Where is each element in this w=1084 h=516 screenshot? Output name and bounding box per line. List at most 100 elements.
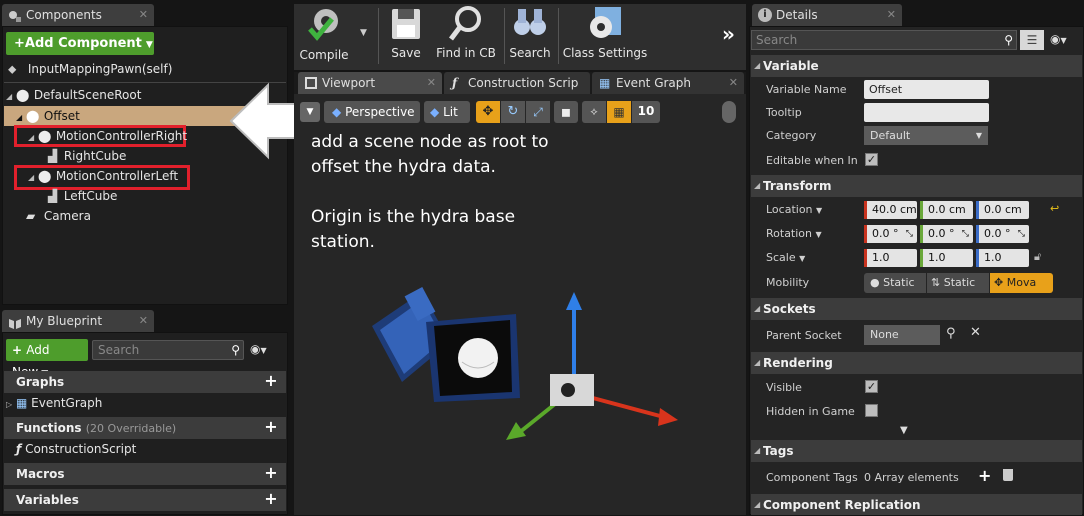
tree-item-motioncontrollerright[interactable]: ◢ ⬤ MotionControllerRight — [28, 126, 187, 148]
trash-icon[interactable] — [1003, 469, 1013, 481]
tab-details[interactable]: i Details ✕ — [752, 4, 902, 26]
viewport-maximize-button[interactable] — [722, 101, 736, 123]
lock-icon[interactable]: 🔓︎ — [1034, 250, 1041, 264]
tab-event-graph[interactable]: ▦ Event Graph ✕ — [592, 72, 744, 94]
close-icon[interactable]: ✕ — [139, 4, 148, 26]
section-graphs[interactable]: Graphs + — [4, 371, 286, 393]
surface-snap-button[interactable]: ⟡ — [582, 101, 606, 123]
expand-arrow-icon: ◢ — [6, 92, 13, 101]
close-icon[interactable]: ✕ — [427, 72, 436, 94]
add-variable-plus-icon[interactable]: + — [264, 491, 278, 507]
location-label[interactable]: Location ▼ — [766, 203, 822, 216]
chevron-down-icon: ▼ — [799, 254, 806, 263]
tree-item-rightcube[interactable]: ▟ RightCube — [48, 146, 126, 166]
section-variables[interactable]: Variables + — [4, 489, 286, 511]
tree-item-leftcube[interactable]: ▟ LeftCube — [48, 186, 117, 206]
viewport-menu-chevron-icon[interactable]: ▼ — [300, 102, 320, 122]
property-matrix-button[interactable]: ☰ — [1020, 30, 1044, 50]
close-icon[interactable]: ✕ — [729, 72, 738, 94]
section-tags[interactable]: ◢ Tags — [751, 440, 1082, 462]
self-item[interactable]: ⬥ InputMappingPawn(self) — [8, 59, 172, 79]
tree-item-camera[interactable]: ▰ Camera — [26, 206, 91, 226]
clear-icon[interactable]: ✕ — [970, 325, 981, 340]
search-icon[interactable]: ⚲ — [946, 326, 956, 341]
grid-size-value[interactable]: 10 — [632, 101, 660, 123]
rotation-x-input[interactable]: 0.0 ° ⤡ — [864, 225, 917, 243]
lit-button[interactable]: ◆ Lit — [424, 101, 470, 123]
section-macros[interactable]: Macros + — [4, 463, 286, 485]
category-dropdown[interactable]: Default ▼ — [864, 126, 988, 145]
add-function-plus-icon[interactable]: + — [264, 419, 278, 435]
location-z-input[interactable]: 0.0 cm — [976, 201, 1029, 219]
add-tag-plus-icon[interactable]: + — [978, 466, 991, 485]
add-component-button[interactable]: +Add Component ▼ — [6, 32, 154, 55]
mobility-static-button[interactable]: ● Static — [864, 273, 926, 293]
section-variable[interactable]: ◢ Variable — [751, 55, 1082, 77]
event-graph-item[interactable]: ▷ ▦ EventGraph — [6, 393, 102, 415]
section-sockets[interactable]: ◢ Sockets — [751, 298, 1082, 320]
tree-item-defaultsceneroot[interactable]: ◢ ⬤ DefaultSceneRoot — [6, 85, 141, 107]
mobility-movable-button[interactable]: ✥ Mova — [990, 273, 1053, 293]
close-icon[interactable]: ✕ — [139, 310, 148, 332]
add-new-button[interactable]: + Add New▼ — [6, 339, 88, 379]
expand-arrow-icon: ◢ — [28, 173, 35, 182]
rotation-label[interactable]: Rotation ▼ — [766, 227, 822, 240]
tree-item-motioncontrollerleft[interactable]: ◢ ⬤ MotionControllerLeft — [28, 166, 178, 188]
tab-construction-script[interactable]: ƒ Construction Scrip — [444, 72, 590, 94]
scale-x-input[interactable]: 1.0 — [864, 249, 917, 267]
save-icon — [392, 9, 420, 39]
visible-checkbox[interactable]: ✓ — [865, 380, 878, 393]
search-icon[interactable]: ⚲ — [1004, 31, 1013, 49]
tab-my-blueprint[interactable]: My Blueprint ✕ — [2, 310, 154, 332]
location-x-input[interactable]: 40.0 cm — [864, 201, 917, 219]
search-button[interactable]: Search — [508, 3, 552, 67]
collapse-arrow-icon: ◢ — [754, 358, 761, 367]
scale-z-input[interactable]: 1.0 — [976, 249, 1029, 267]
section-component-replication[interactable]: ◢ Component Replication — [751, 494, 1082, 515]
toolbar-overflow-icon[interactable]: » — [722, 22, 735, 46]
mesh-icon: ▟ — [48, 189, 58, 203]
compile-button[interactable]: Compile — [298, 3, 350, 67]
section-transform[interactable]: ◢ Transform — [751, 175, 1082, 197]
find-in-cb-button[interactable]: Find in CB — [434, 3, 498, 67]
blueprint-search-input[interactable]: Search ⚲ — [92, 340, 244, 360]
motion-controller-icon: ⬤ — [37, 169, 52, 183]
editable-checkbox[interactable]: ✓ — [865, 153, 878, 166]
save-button[interactable]: Save — [384, 3, 428, 67]
chevron-down-icon: ▼ — [975, 131, 982, 140]
scene-camera-gizmo — [372, 286, 678, 440]
variable-name-input[interactable]: Offset — [864, 80, 989, 99]
details-search-input[interactable]: Search ⚲ — [751, 30, 1017, 50]
add-graph-plus-icon[interactable]: + — [264, 373, 278, 389]
section-rendering[interactable]: ◢ Rendering — [751, 352, 1082, 374]
scale-label[interactable]: Scale ▼ — [766, 251, 805, 264]
reset-to-default-icon[interactable]: ↩ — [1050, 202, 1059, 215]
section-functions[interactable]: Functions (20 Overridable) + — [4, 417, 286, 439]
tab-viewport[interactable]: Viewport ✕ — [298, 72, 442, 94]
search-icon[interactable]: ⚲ — [231, 341, 240, 359]
hidden-in-game-checkbox[interactable] — [865, 404, 878, 417]
parent-socket-field[interactable]: None — [864, 325, 940, 345]
visibility-eye-icon[interactable]: ◉▼ — [1050, 32, 1067, 46]
location-y-input[interactable]: 0.0 cm — [920, 201, 973, 219]
expand-advanced-icon[interactable]: ▼ — [900, 425, 908, 436]
rotate-tool-button[interactable]: ↻ — [501, 101, 525, 123]
rotation-y-input[interactable]: 0.0 ° ⤡ — [920, 225, 973, 243]
tab-components[interactable]: Components ✕ — [2, 4, 154, 26]
binoculars-icon — [514, 9, 546, 35]
grid-snap-button[interactable]: ▦ — [607, 101, 631, 123]
tooltip-input[interactable] — [864, 103, 989, 122]
rotation-z-input[interactable]: 0.0 ° ⤡ — [976, 225, 1029, 243]
add-macro-plus-icon[interactable]: + — [264, 465, 278, 481]
construction-script-item[interactable]: ƒ ConstructionScript — [16, 439, 136, 459]
scale-tool-button[interactable]: ⤢ — [526, 101, 550, 123]
scale-y-input[interactable]: 1.0 — [920, 249, 973, 267]
world-local-button[interactable]: ◼ — [554, 101, 578, 123]
compile-options-chevron-icon[interactable]: ▼ — [360, 28, 367, 38]
translate-tool-button[interactable]: ✥ — [476, 101, 500, 123]
class-settings-button[interactable]: Class Settings — [562, 3, 648, 67]
visibility-eye-icon[interactable]: ◉▼ — [250, 342, 267, 356]
close-icon[interactable]: ✕ — [887, 4, 896, 26]
mobility-stationary-button[interactable]: ⇅ Static — [927, 273, 989, 293]
perspective-button[interactable]: ◆ Perspective — [324, 101, 420, 123]
